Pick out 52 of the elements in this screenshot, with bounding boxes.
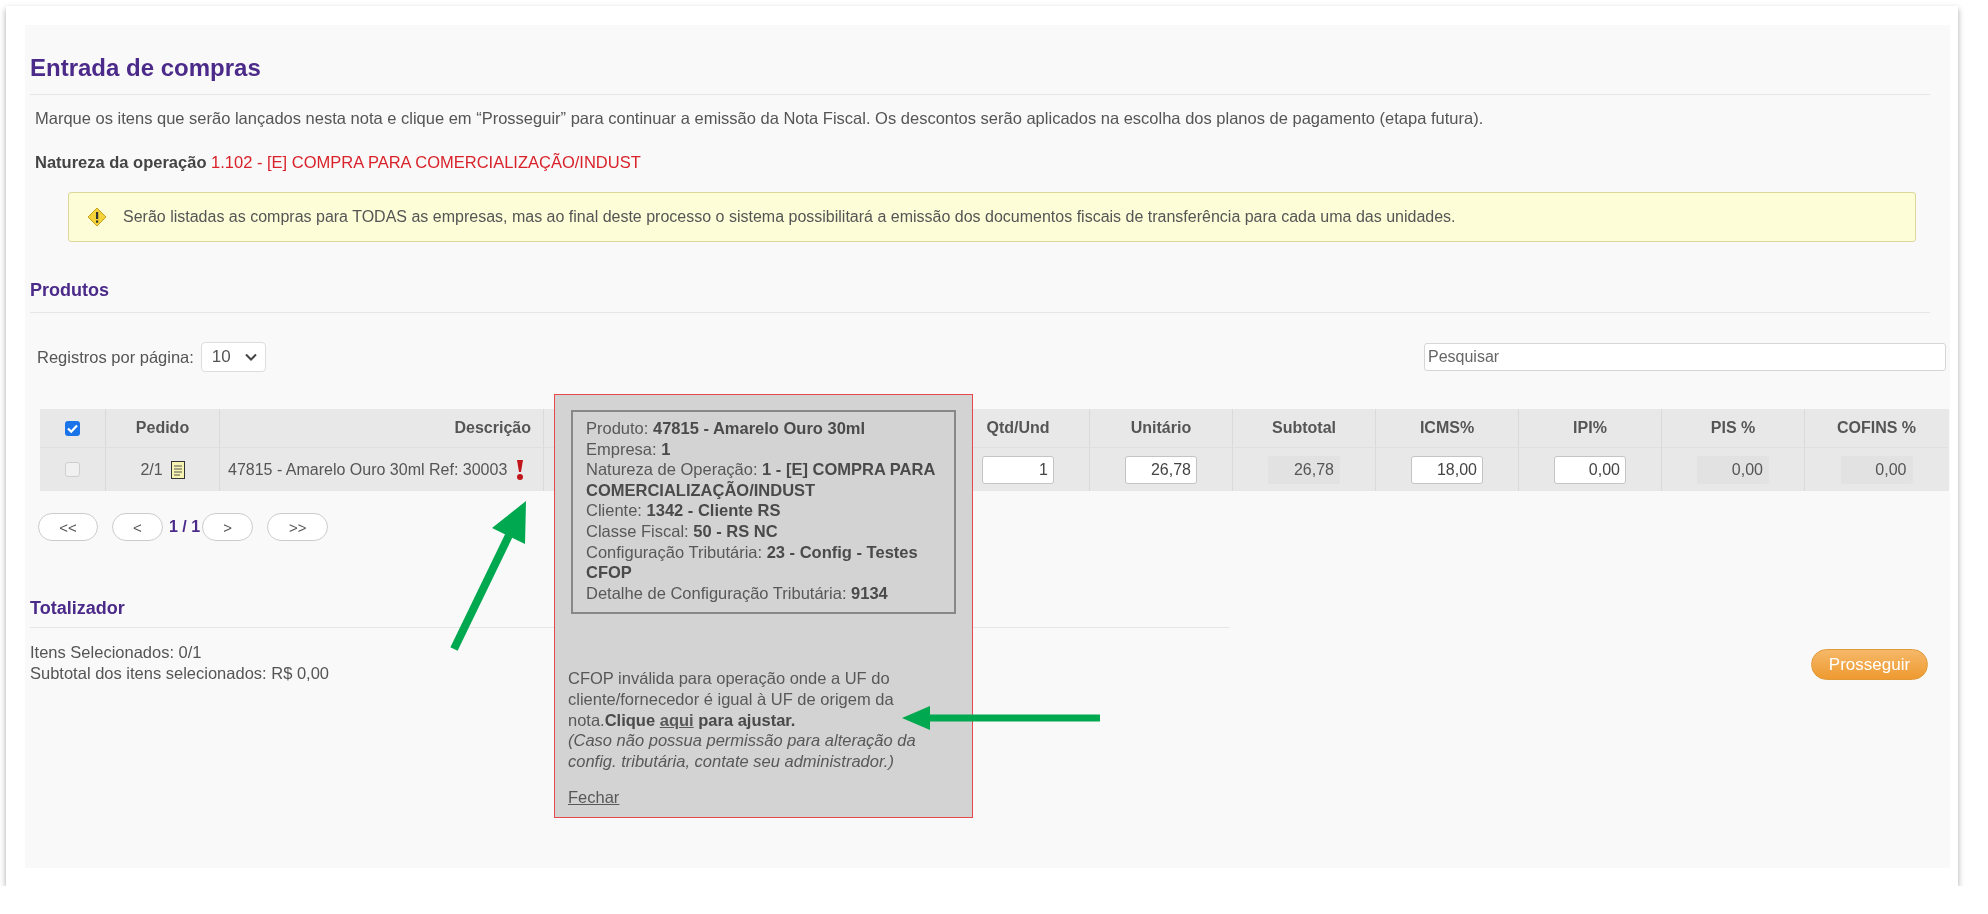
chevron-down-icon (244, 353, 257, 361)
number-field[interactable]: 26,78 (1268, 455, 1340, 484)
operation-value: 1.102 - [E] COMPRA PARA COMERCIALIZAÇÃO/INDUST (211, 153, 641, 171)
number-field[interactable]: 0,00 (1697, 455, 1769, 484)
column-header: ICMS% (1419, 419, 1475, 437)
next-page-button[interactable]: > (202, 513, 254, 541)
column-header: Qtd/Und (986, 419, 1050, 437)
number-field[interactable]: 1 (982, 455, 1054, 484)
section-heading: Totalizador (29, 597, 126, 620)
detail-line: Classe Fiscal: 50 - RS NC (586, 520, 779, 542)
last-page-button[interactable]: >> (267, 513, 329, 541)
error-message: CFOP inválida para operação onde a UF do cliente/fornecedor é igual à UF de origem da nota.Clique aqui para ajustar. (568, 668, 895, 731)
detail-line: Detalhe de Configuração Tributária: 9134 (586, 582, 889, 604)
number-field[interactable]: 26,78 (1125, 455, 1197, 484)
detail-line: Empresa: 1 (586, 438, 672, 460)
page-size-select[interactable]: 10 (200, 342, 266, 372)
detail-line: Natureza de Operação: 1 - [E] COMPRA PARA COMERCIALIZAÇÃO/INDUST (586, 459, 936, 501)
number-field[interactable]: 18,00 (1411, 455, 1483, 484)
column-header: IPI% (1573, 419, 1607, 437)
page-size-label: Registros por página: (37, 347, 194, 367)
checkbox[interactable] (65, 420, 80, 436)
detail-line: Configuração Tributária: 23 - Config - Testes CFOP (586, 541, 919, 583)
detail-line: Produto: 47815 - Amarelo Ouro 30ml (586, 418, 867, 439)
instructions-text: Marque os itens que serão lançados nesta nota e clique em “Prosseguir” para continuar a emissão da Nota Fiscal. Os descontos serão aplicados na escolha dos planos de pagamento (etapa futura). (34, 108, 1485, 128)
section-heading: Produtos (29, 279, 110, 302)
checkbox[interactable] (65, 462, 80, 477)
column-header: Unitário (1130, 419, 1192, 437)
document-icon[interactable] (170, 460, 185, 479)
operation-label: Natureza da operação (35, 153, 207, 171)
first-page-button[interactable]: << (38, 513, 98, 541)
close-link[interactable]: Fechar (568, 787, 620, 808)
column-header: Subtotal (1272, 419, 1336, 437)
page-title: Entrada de compras (29, 53, 262, 83)
table-cell: 47815 - Amarelo Ouro 30ml Ref: 30003 (228, 460, 508, 479)
adjust-link[interactable]: aqui (659, 710, 694, 729)
column-header: COFINS % (1836, 419, 1917, 437)
page-indicator: 1 / 1 (169, 518, 201, 536)
number-field[interactable]: 0,00 (1554, 455, 1626, 484)
table-cell: 2/1 (140, 460, 163, 479)
search-field[interactable]: Pesquisar (1424, 343, 1946, 371)
summary-line: Subtotal dos itens selecionados: R$ 0,00 (30, 663, 330, 684)
column-header: PIS % (1710, 419, 1756, 437)
permission-note: (Caso não possua permissão para alteração da config. tributária, contate seu administrador.) (568, 730, 917, 772)
warning-message: Serão listadas as compras para TODAS as empresas, mas ao final deste processo o sistema possibilitará a emissão dos documentos fiscais de transferência para cada uma das unidades. (123, 208, 1456, 226)
warning-icon (87, 207, 107, 227)
summary-line: Itens Selecionados: 0/1 (30, 642, 203, 663)
previous-page-button[interactable]: < (112, 513, 163, 541)
column-header: Pedido (135, 419, 190, 437)
detail-line: Cliente: 1342 - Cliente RS (586, 500, 782, 521)
column-header: Descrição (454, 419, 531, 437)
number-field[interactable]: 0,00 (1840, 455, 1913, 484)
exclamation-icon[interactable] (515, 458, 526, 481)
